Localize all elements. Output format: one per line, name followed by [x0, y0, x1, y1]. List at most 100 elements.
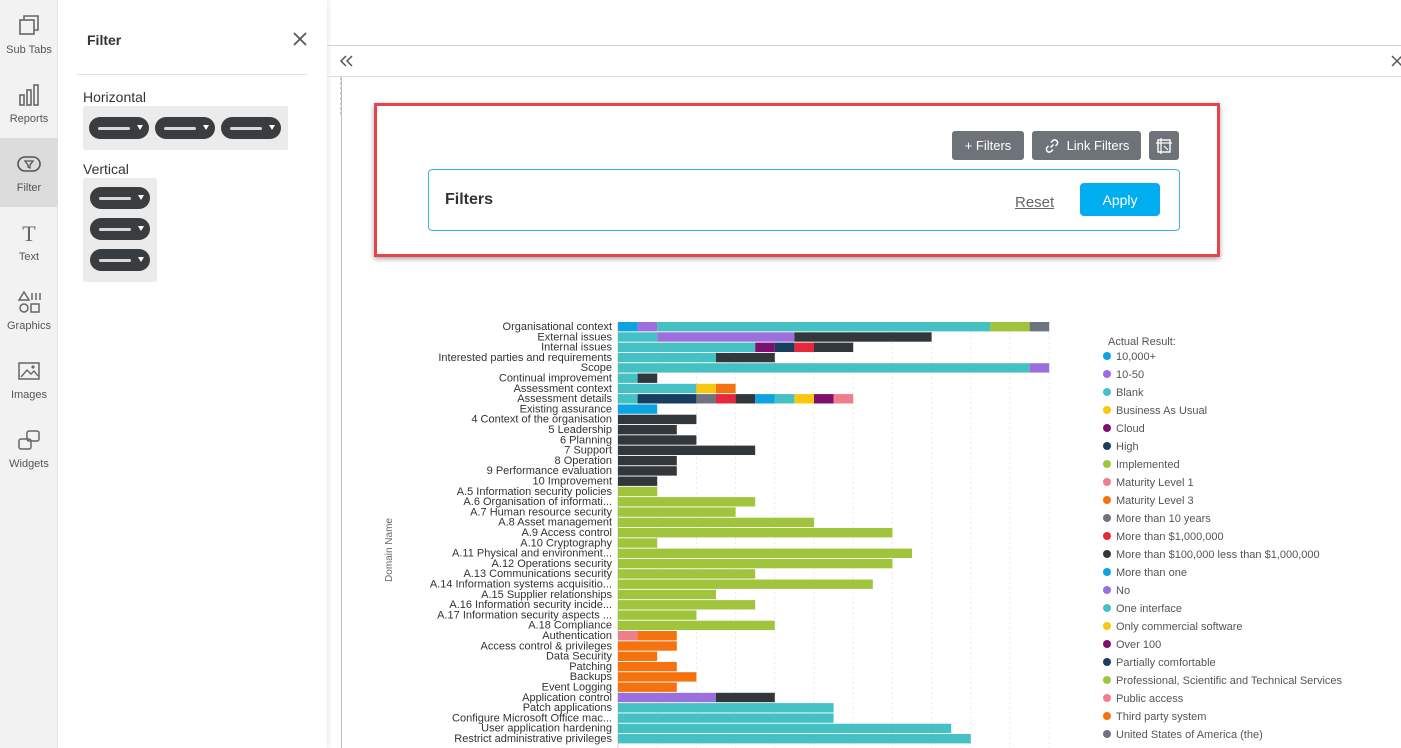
bar-segment[interactable] — [637, 373, 658, 383]
legend-item[interactable]: High — [1116, 441, 1139, 453]
bar-segment[interactable] — [618, 445, 756, 455]
bar-segment[interactable] — [637, 394, 697, 404]
close-icon[interactable] — [1390, 54, 1401, 68]
horizontal-filter-template[interactable] — [83, 106, 288, 150]
legend-item[interactable]: 10-50 — [1116, 369, 1144, 381]
bar-segment[interactable] — [618, 476, 658, 486]
legend-item[interactable]: Cloud — [1116, 423, 1145, 435]
bar-segment[interactable] — [696, 383, 716, 394]
bar-segment[interactable] — [618, 507, 736, 517]
bar-segment[interactable] — [618, 651, 658, 661]
rail-item-reports[interactable]: Reports — [0, 69, 58, 138]
legend-item[interactable]: Business As Usual — [1116, 405, 1207, 417]
bar-segment[interactable] — [618, 363, 1030, 373]
legend-item[interactable]: No — [1116, 585, 1130, 597]
bar-segment[interactable] — [755, 394, 775, 404]
bar-segment[interactable] — [618, 641, 677, 651]
bar-segment[interactable] — [716, 692, 775, 703]
legend-item[interactable]: Over 100 — [1116, 639, 1161, 651]
bar-segment[interactable] — [618, 466, 677, 476]
bar-segment[interactable] — [618, 404, 658, 414]
bar-segment[interactable] — [657, 322, 991, 332]
bar-segment[interactable] — [696, 394, 716, 404]
legend-item[interactable]: Blank — [1116, 387, 1144, 399]
bar-segment[interactable] — [735, 394, 756, 404]
bar-segment[interactable] — [716, 394, 736, 404]
bar-segment[interactable] — [618, 600, 756, 610]
rail-item-text[interactable]: T Text — [0, 207, 58, 276]
add-filters-button[interactable]: + Filters — [952, 131, 1024, 160]
dropdown-chip[interactable] — [90, 249, 150, 271]
bar-segment[interactable] — [618, 682, 677, 692]
bar-segment[interactable] — [618, 342, 756, 352]
bar-segment[interactable] — [618, 383, 697, 394]
bar-segment[interactable] — [618, 610, 697, 620]
bar-segment[interactable] — [637, 322, 658, 332]
bar-segment[interactable] — [618, 620, 775, 631]
bar-segment[interactable] — [618, 631, 638, 641]
rail-item-graphics[interactable]: Graphics — [0, 276, 58, 345]
rail-item-filter[interactable]: Filter — [0, 138, 58, 207]
legend-item[interactable]: Public access — [1116, 693, 1184, 705]
apply-button[interactable]: Apply — [1080, 183, 1160, 216]
bar-segment[interactable] — [618, 394, 638, 404]
close-icon[interactable] — [291, 30, 309, 48]
bar-segment[interactable] — [618, 734, 971, 744]
bar-segment[interactable] — [618, 579, 873, 589]
bar-segment[interactable] — [794, 332, 932, 342]
link-filters-button[interactable]: Link Filters — [1032, 131, 1141, 160]
bar-segment[interactable] — [1029, 322, 1050, 332]
bar-segment[interactable] — [618, 332, 658, 342]
bar-segment[interactable] — [618, 517, 814, 528]
bar-segment[interactable] — [774, 394, 795, 404]
bar-segment[interactable] — [618, 486, 658, 497]
double-chevron-left-icon[interactable] — [337, 53, 355, 69]
legend-item[interactable]: Partially comfortable — [1116, 657, 1216, 669]
bar-segment[interactable] — [618, 435, 697, 445]
bar-segment[interactable] — [814, 394, 834, 404]
bar-segment[interactable] — [794, 394, 814, 404]
bar-segment[interactable] — [618, 692, 716, 703]
legend-item[interactable]: Only commercial software — [1116, 621, 1243, 633]
bar-segment[interactable] — [618, 723, 952, 734]
bar-segment[interactable] — [1029, 363, 1050, 373]
legend-item[interactable]: More than $100,000 less than $1,000,000 — [1116, 549, 1320, 561]
legend-item[interactable]: 10,000+ — [1116, 351, 1156, 363]
dropdown-chip[interactable] — [155, 117, 215, 139]
bar-segment[interactable] — [755, 342, 775, 352]
bar-segment[interactable] — [657, 332, 795, 342]
rail-item-images[interactable]: Images — [0, 345, 58, 414]
legend-item[interactable]: Third party system — [1116, 711, 1206, 723]
dropdown-chip[interactable] — [90, 187, 150, 209]
vertical-filter-template[interactable] — [83, 178, 157, 282]
dropdown-chip[interactable] — [90, 218, 150, 240]
bar-segment[interactable] — [618, 322, 638, 332]
legend-item[interactable]: United States of America (the) — [1116, 729, 1263, 741]
legend-item[interactable]: Maturity Level 3 — [1116, 495, 1194, 507]
widget-settings-button[interactable] — [1149, 131, 1179, 160]
bar-segment[interactable] — [794, 342, 814, 352]
bar-segment[interactable] — [618, 455, 677, 466]
bar-segment[interactable] — [618, 558, 893, 569]
legend-item[interactable]: Implemented — [1116, 459, 1180, 471]
legend-item[interactable]: More than 10 years — [1116, 513, 1211, 525]
bar-segment[interactable] — [618, 373, 638, 383]
bar-segment[interactable] — [774, 342, 795, 352]
bar-segment[interactable] — [618, 528, 893, 538]
legend-item[interactable]: Professional, Scientific and Technical S… — [1116, 675, 1343, 687]
dropdown-chip[interactable] — [89, 117, 149, 139]
bar-segment[interactable] — [618, 425, 677, 435]
legend-item[interactable]: More than one — [1116, 567, 1187, 579]
bar-segment[interactable] — [618, 703, 834, 713]
reset-link[interactable]: Reset — [1015, 194, 1054, 211]
legend-item[interactable]: One interface — [1116, 603, 1182, 615]
rail-item-sub-tabs[interactable]: Sub Tabs — [0, 0, 58, 69]
bar-segment[interactable] — [716, 383, 736, 394]
dropdown-chip[interactable] — [221, 117, 281, 139]
bar-segment[interactable] — [618, 589, 716, 600]
bar-segment[interactable] — [618, 538, 658, 548]
bar-segment[interactable] — [618, 661, 677, 672]
bar-segment[interactable] — [618, 672, 697, 682]
rail-item-widgets[interactable]: Widgets — [0, 414, 58, 483]
bar-segment[interactable] — [618, 713, 834, 723]
